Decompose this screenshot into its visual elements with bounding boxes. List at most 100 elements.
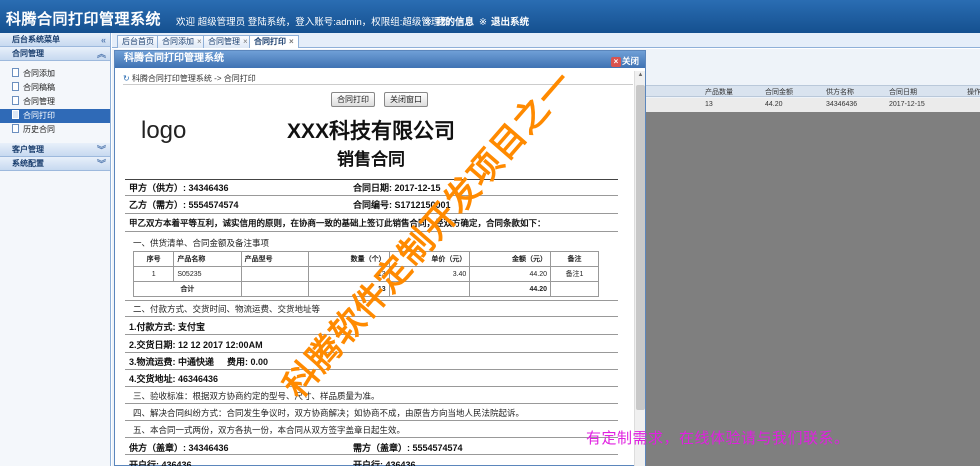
table-header-cell: 产品型号 — [240, 251, 309, 267]
divider — [125, 213, 618, 214]
divider — [125, 334, 618, 335]
payment-method: 1.付款方式: 支付宝 — [129, 322, 206, 332]
section-customer-label: 客户管理 — [12, 145, 44, 154]
table-header-cell: 数量（个） — [307, 251, 390, 267]
close-icon: × — [610, 57, 621, 67]
grid-header: 产品数量 合同金额 供方名称 合同日期 操作 — [645, 85, 980, 97]
sidebar-title-label: 后台系统菜单 — [12, 35, 60, 44]
grid-cell: 34346436 — [826, 101, 858, 108]
grid-header-cell: 合同日期 — [889, 89, 917, 96]
table-cell: 13 — [307, 266, 390, 282]
sidebar-item-label: 合同稿稿 — [23, 83, 55, 92]
party-a: 甲方（供方）: 34346436 — [129, 183, 229, 193]
sidebar-item-label: 合同添加 — [23, 69, 55, 78]
print-contract-button[interactable]: 合同打印 — [331, 92, 375, 107]
close-icon[interactable]: × — [243, 37, 248, 46]
divider — [125, 316, 618, 317]
divider — [125, 195, 618, 196]
tab-contract-add[interactable]: 合同添加 × — [157, 35, 207, 48]
contract-number: 合同编号: S1712150001 — [353, 200, 451, 210]
divider — [125, 420, 618, 421]
tab-label: 合同管理 — [208, 37, 240, 46]
divider — [125, 437, 618, 438]
table-cell — [240, 266, 309, 282]
dialog-close-button[interactable]: × 关闭 — [610, 53, 639, 69]
table-header-row: 序号 产品名称 产品型号 数量（个） 单价（元） 金额（元） 备注 — [132, 251, 599, 267]
tab-contract-manage[interactable]: 合同管理 × — [203, 35, 253, 48]
section-contract-label: 合同管理 — [12, 49, 44, 58]
close-icon[interactable]: × — [289, 37, 294, 46]
table-cell — [240, 281, 309, 297]
divider — [125, 369, 618, 370]
bullet-icon: ※ — [424, 17, 432, 28]
sidebar-title: 后台系统菜单 « — [0, 33, 110, 47]
document-icon — [12, 110, 19, 119]
scroll-up-icon[interactable]: ▲ — [636, 72, 645, 82]
table-row[interactable]: 13 44.20 34346436 2017-12-15 — [645, 98, 980, 112]
supplier-bank: 开户行: 436436 — [129, 460, 192, 466]
freight-fee: 费用: 0.00 — [227, 357, 269, 367]
document-icon — [12, 82, 19, 91]
divider — [123, 84, 633, 85]
bullet-icon: ※ — [479, 17, 487, 28]
chevron-up-icon: ︽ — [96, 49, 106, 59]
table-total-row: 合计 13 44.20 — [133, 281, 599, 297]
contract-date: 合同日期: 2017-12-15 — [353, 183, 441, 193]
party-b: 乙方（需方）: 5554574574 — [129, 200, 239, 210]
dialog-titlebar[interactable]: 科腾合同打印管理系统 × 关闭 — [115, 51, 645, 68]
tab-label: 合同打印 — [254, 37, 286, 46]
logo-placeholder: logo — [141, 117, 187, 144]
table-cell — [388, 281, 471, 297]
close-window-button[interactable]: 关闭窗口 — [384, 92, 428, 107]
table-header-cell: 产品名称 — [173, 251, 242, 267]
tab-contract-print[interactable]: 合同打印 × — [249, 35, 299, 48]
sidebar-item-label: 合同打印 — [23, 111, 55, 120]
table-header-cell: 备注 — [550, 251, 599, 267]
grid-cell: 13 — [705, 101, 713, 108]
sidebar-item-contract-print[interactable]: 合同打印 — [0, 109, 110, 123]
divider — [125, 454, 618, 455]
sidebar-item-contract-add[interactable]: 合同添加 — [0, 67, 110, 81]
total-quantity: 13 — [307, 281, 390, 297]
buyer-bank: 开户行: 436436 — [353, 460, 416, 466]
buyer-signature: 需方（盖章）: 5554574574 — [353, 443, 463, 453]
scroll-thumb[interactable] — [636, 85, 645, 410]
sidebar-item-contract-manage[interactable]: 合同管理 — [0, 95, 110, 109]
grid-header-cell: 产品数量 — [705, 89, 733, 96]
divider — [125, 403, 618, 404]
breadcrumb-text: 科腾合同打印管理系统 -> 合同打印 — [131, 74, 256, 83]
table-cell: 3.40 — [388, 266, 471, 282]
breadcrumb: ↻ 科腾合同打印管理系统 -> 合同打印 — [123, 73, 256, 84]
tab-home[interactable]: 后台首页 — [117, 35, 159, 48]
dialog-close-label: 关闭 — [621, 56, 639, 66]
section-contract[interactable]: 合同管理 ︽ — [0, 47, 110, 61]
welcome-text: 欢迎 超级管理员 登陆系统，登入账号:admin，权限组:超级管理员 — [176, 17, 450, 28]
divider — [125, 352, 618, 353]
my-info-link[interactable]: ※ 我的信息 — [424, 14, 474, 28]
company-name: XXX科技有限公司 — [287, 120, 456, 143]
tab-label: 合同添加 — [162, 37, 194, 46]
divider — [125, 179, 618, 180]
grid-cell: 2017-12-15 — [889, 101, 925, 108]
chevron-down-icon: ︾ — [96, 145, 106, 155]
dialog-scrollbar[interactable]: ▲ — [634, 71, 645, 466]
sidebar-item-contract-draft[interactable]: 合同稿稿 — [0, 81, 110, 95]
collapse-icon[interactable]: « — [101, 33, 106, 47]
document-icon — [12, 96, 19, 105]
divider — [125, 300, 618, 301]
document-title: 销售合同 — [337, 150, 405, 169]
grid-header-cell: 合同金额 — [765, 89, 793, 96]
divider — [125, 231, 618, 232]
logistics: 3.物流运费: 中通快递 — [129, 357, 215, 367]
logout-link[interactable]: ※ 退出系统 — [479, 14, 529, 28]
grid-cell: 44.20 — [765, 101, 783, 108]
table-header-cell: 金额（元） — [469, 251, 552, 267]
section-system[interactable]: 系统配置 ︾ — [0, 157, 110, 171]
sidebar-item-history[interactable]: 历史合同 — [0, 123, 110, 137]
grid-header-cell: 供方名称 — [826, 89, 854, 96]
modal-overlay — [645, 112, 980, 466]
section-customer[interactable]: 客户管理 ︾ — [0, 143, 110, 157]
grid-header-cell: 操作 — [967, 89, 980, 96]
table-row: 1 S05235 13 3.40 44.20 备注1 — [132, 266, 599, 282]
close-icon[interactable]: × — [197, 37, 202, 46]
